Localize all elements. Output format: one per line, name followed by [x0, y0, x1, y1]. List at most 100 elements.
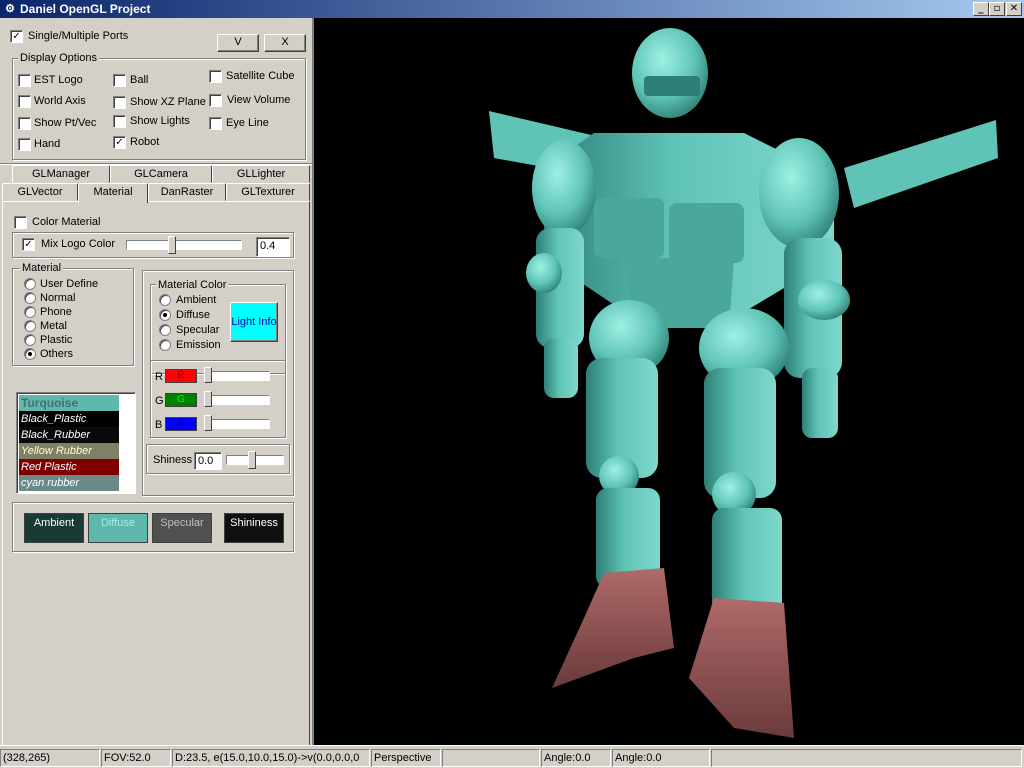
- r-slider-thumb[interactable]: [204, 367, 212, 383]
- status-empty-1: [442, 749, 540, 767]
- robot-checkbox[interactable]: ✓: [113, 136, 126, 149]
- material-list[interactable]: Turquoise Black_Plastic Black_Rubber Yel…: [16, 392, 136, 494]
- tab-material[interactable]: Material: [78, 183, 148, 203]
- material-radio-normal[interactable]: [24, 292, 36, 304]
- r-label: R: [155, 371, 163, 383]
- app-icon[interactable]: ⚙: [3, 2, 17, 16]
- g-slider-track[interactable]: [204, 395, 270, 405]
- g-slider-thumb[interactable]: [204, 391, 212, 407]
- hand-checkbox[interactable]: [18, 138, 31, 151]
- material-label-plastic: Plastic: [40, 334, 73, 346]
- right-foot: [689, 598, 794, 738]
- material-radio-others[interactable]: [24, 348, 36, 360]
- world-axis-label: World Axis: [34, 95, 86, 107]
- mix-logo-slider-thumb[interactable]: [168, 236, 176, 254]
- view-volume-checkbox[interactable]: [209, 94, 222, 107]
- chest-plate-right: [669, 203, 744, 263]
- close-button[interactable]: ✕: [1006, 2, 1022, 16]
- tab-glcamera[interactable]: GLCamera: [110, 165, 212, 183]
- list-item[interactable]: Black_Rubber: [19, 427, 119, 443]
- right-wing: [844, 120, 998, 208]
- list-item[interactable]: Turquoise: [19, 395, 119, 411]
- g-swatch: G: [165, 393, 197, 407]
- tab-gltexturer[interactable]: GLTexturer: [226, 183, 310, 201]
- status-angle-1: Angle:0.0: [541, 749, 611, 767]
- mix-logo-value-input[interactable]: 0.4: [256, 237, 290, 257]
- mix-logo-checkbox[interactable]: ✓: [22, 238, 35, 251]
- r-swatch: R: [165, 369, 197, 383]
- shininess-slider-thumb[interactable]: [248, 451, 256, 469]
- minimize-button[interactable]: _: [973, 2, 989, 16]
- robot-head: [632, 28, 708, 118]
- specular-color-button[interactable]: Specular: [152, 513, 212, 543]
- opengl-viewport[interactable]: [312, 18, 1024, 745]
- tab-glvector[interactable]: GLVector: [2, 183, 78, 201]
- ball-checkbox[interactable]: [113, 74, 126, 87]
- material-radio-plastic[interactable]: [24, 334, 36, 346]
- show-xz-plane-checkbox[interactable]: [113, 96, 126, 109]
- color-material-label: Color Material: [32, 216, 101, 228]
- color-radio-specular[interactable]: [159, 324, 171, 336]
- color-radio-diffuse[interactable]: [159, 309, 171, 321]
- left-forearm: [544, 338, 578, 398]
- est-logo-label: EST Logo: [34, 74, 83, 86]
- color-radio-ambient[interactable]: [159, 294, 171, 306]
- maximize-button[interactable]: ▫: [989, 2, 1005, 16]
- diffuse-color-button[interactable]: Diffuse: [88, 513, 148, 543]
- left-elbow: [526, 253, 562, 293]
- list-item[interactable]: Yellow Rubber: [19, 443, 119, 459]
- show-lights-checkbox[interactable]: [113, 115, 126, 128]
- right-elbow: [798, 280, 850, 320]
- x-button[interactable]: X: [264, 34, 306, 52]
- mix-logo-label: Mix Logo Color: [41, 238, 115, 250]
- eye-line-checkbox[interactable]: [209, 117, 222, 130]
- b-slider-thumb[interactable]: [204, 415, 212, 431]
- show-pt-vec-label: Show Pt/Vec: [34, 117, 97, 129]
- left-foot: [552, 568, 674, 688]
- right-shoulder: [759, 138, 839, 248]
- light-info-button[interactable]: Light Info: [230, 302, 278, 342]
- material-radio-phone[interactable]: [24, 306, 36, 318]
- show-xz-plane-label: Show XZ Plane: [130, 96, 206, 108]
- show-pt-vec-checkbox[interactable]: [18, 117, 31, 130]
- r-slider-track[interactable]: [204, 371, 270, 381]
- world-axis-checkbox[interactable]: [18, 95, 31, 108]
- eye-line-label: Eye Line: [226, 117, 269, 129]
- b-slider-track[interactable]: [204, 419, 270, 429]
- satellite-cube-label: Satellite Cube: [226, 70, 295, 82]
- status-empty-2: [711, 749, 1022, 767]
- material-radio-metal[interactable]: [24, 320, 36, 332]
- list-item[interactable]: Red Plastic: [19, 459, 119, 475]
- ports-label: Single/Multiple Ports: [28, 30, 129, 42]
- list-scrollbar[interactable]: ▲ ▼: [135, 395, 136, 491]
- satellite-cube-checkbox[interactable]: [209, 70, 222, 83]
- tab-danraster[interactable]: DanRaster: [148, 183, 226, 201]
- chest-plate-left: [594, 198, 664, 258]
- title-bar: ⚙ Daniel OpenGL Project _ ▫ ✕: [0, 0, 1024, 18]
- tab-glmanager[interactable]: GLManager: [12, 165, 110, 183]
- status-bar: (328,265) FOV:52.0 D:23.5, e(15.0,10.0,1…: [0, 745, 1024, 768]
- est-logo-checkbox[interactable]: [18, 74, 31, 87]
- shininess-color-button[interactable]: Shininess: [224, 513, 284, 543]
- v-button[interactable]: V: [217, 34, 259, 52]
- list-item[interactable]: cyan rubber: [19, 475, 119, 491]
- hand-label: Hand: [34, 138, 61, 150]
- mix-logo-slider-track[interactable]: [126, 240, 242, 250]
- shininess-value-input[interactable]: 0.0: [194, 452, 222, 470]
- tab-gllighter[interactable]: GLLighter: [212, 165, 310, 183]
- status-cursor-position: (328,265): [0, 749, 100, 767]
- scroll-thumb[interactable]: [135, 459, 136, 473]
- color-radio-emission[interactable]: [159, 339, 171, 351]
- material-radio-user-define[interactable]: [24, 278, 36, 290]
- ports-checkbox[interactable]: ✓: [10, 30, 23, 43]
- scroll-down-icon[interactable]: ▼: [135, 477, 136, 491]
- view-volume-label: View Volume: [227, 94, 291, 106]
- window-title: Daniel OpenGL Project: [20, 2, 151, 16]
- ambient-color-button[interactable]: Ambient: [24, 513, 84, 543]
- shininess-label: Shiness: [153, 454, 193, 466]
- list-item[interactable]: Black_Plastic: [19, 411, 119, 427]
- scroll-up-icon[interactable]: ▲: [135, 395, 136, 409]
- material-label-phone: Phone: [40, 306, 72, 318]
- status-projection: Perspective: [371, 749, 441, 767]
- color-material-checkbox[interactable]: [14, 216, 27, 229]
